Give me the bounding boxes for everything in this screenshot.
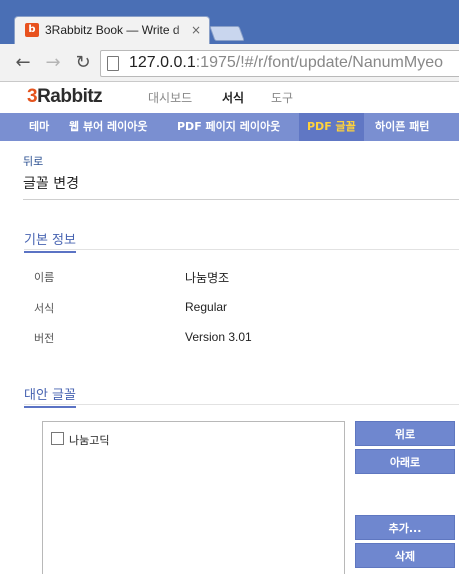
url-text[interactable]: 127.0.0.1:1975/!#/r/font/update/NanumMye… (129, 54, 443, 72)
style-label: 서식 (34, 302, 55, 315)
name-label: 이름 (34, 271, 55, 284)
nav-dashboard[interactable]: 대시보드 (148, 89, 192, 106)
alt-font-list[interactable]: 나눔고딕 (42, 421, 345, 574)
url-path: :1975/!#/r/font/update/NanumMyeo (195, 54, 443, 71)
move-down-button[interactable]: 아래로 (355, 449, 455, 474)
browser-toolbar: ← → ↻ 127.0.0.1:1975/!#/r/font/update/Na… (0, 44, 459, 82)
back-arrow-icon[interactable]: ← (12, 52, 34, 74)
subnav-theme[interactable]: 테마 (29, 113, 49, 141)
url-host: 127.0.0.1 (129, 54, 196, 71)
browser-tab[interactable]: b 3Rabbitz Book — Write d × (14, 16, 210, 44)
logo-digit: 3 (27, 86, 38, 107)
app-header: 3Rabbitz 대시보드 서식 도구 (0, 83, 459, 113)
page-icon (107, 56, 119, 71)
delete-font-button[interactable]: 삭제 (355, 543, 455, 568)
subnav-pdf-font[interactable]: PDF 글꼴 (299, 113, 364, 141)
section-divider (24, 249, 459, 250)
nav-format[interactable]: 서식 (222, 89, 244, 106)
logo-text: Rabbitz (37, 86, 103, 107)
subnav-web-layout[interactable]: 웹 뷰어 레이아웃 (69, 113, 148, 141)
name-value: 나눔명조 (185, 271, 230, 285)
close-icon[interactable]: × (191, 23, 201, 37)
back-link[interactable]: 뒤로 (23, 153, 43, 169)
browser-tabstrip: b 3Rabbitz Book — Write d × (0, 0, 459, 44)
version-value: Version 3.01 (185, 330, 252, 344)
new-tab-button[interactable] (209, 26, 245, 41)
alt-font-checkbox[interactable] (51, 432, 64, 445)
nav-tools[interactable]: 도구 (271, 89, 293, 106)
format-subnav: 테마 웹 뷰어 레이아웃 PDF 페이지 레이아웃 PDF 글꼴 하이픈 패턴 (0, 113, 459, 141)
subnav-hyphenation[interactable]: 하이픈 패턴 (375, 113, 429, 141)
alt-font-label[interactable]: 나눔고딕 (69, 432, 109, 448)
page-title: 글꼴 변경 (23, 176, 79, 192)
tab-title: 3Rabbitz Book — Write d (45, 23, 195, 39)
forward-arrow-icon[interactable]: → (42, 52, 64, 74)
subnav-pdf-layout[interactable]: PDF 페이지 레이아웃 (177, 113, 280, 141)
app-logo[interactable]: 3Rabbitz (27, 86, 103, 108)
address-bar[interactable]: 127.0.0.1:1975/!#/r/font/update/NanumMye… (100, 50, 459, 77)
title-divider (23, 199, 459, 200)
reload-icon[interactable]: ↻ (72, 52, 94, 74)
tab-title-text: 3Rabbitz Book — Write d (45, 23, 180, 37)
section-divider (24, 404, 459, 405)
style-value: Regular (185, 300, 228, 314)
move-up-button[interactable]: 위로 (355, 421, 455, 446)
version-label: 버전 (34, 332, 55, 345)
favicon-icon: b (25, 23, 39, 37)
add-font-button[interactable]: 추가... (355, 515, 455, 540)
